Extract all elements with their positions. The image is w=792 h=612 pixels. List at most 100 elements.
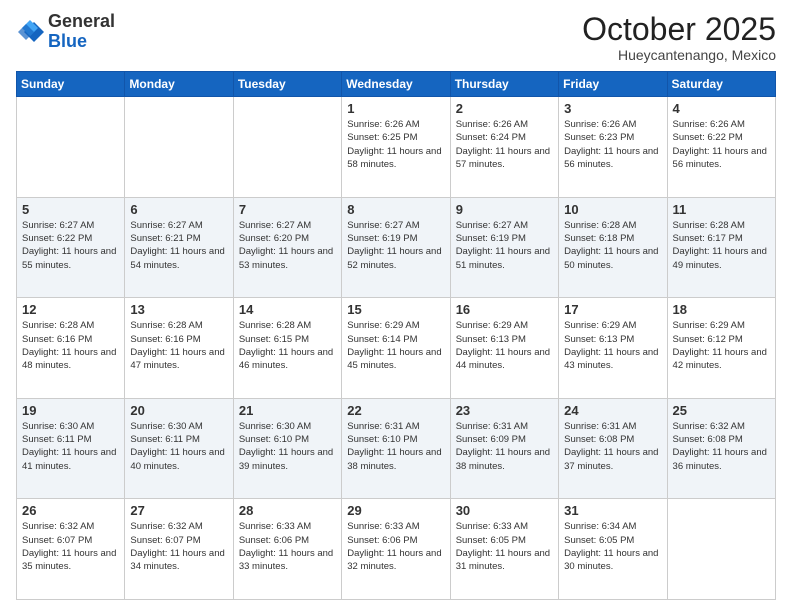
table-row: 15 Sunrise: 6:29 AM Sunset: 6:14 PM Dayli… [342, 298, 450, 399]
day-info: Sunrise: 6:27 AM Sunset: 6:19 PM Dayligh… [456, 219, 553, 272]
col-wednesday: Wednesday [342, 72, 450, 97]
calendar-week-row: 19Sunrise: 6:30 AM Sunset: 6:11 PM Dayli… [17, 398, 776, 499]
title-block: October 2025 Hueycantenango, Mexico [582, 12, 776, 63]
day-number: 7 [239, 202, 336, 217]
day-number: 30 [456, 503, 553, 518]
table-row: 19Sunrise: 6:30 AM Sunset: 6:11 PM Dayli… [17, 398, 125, 499]
table-row: 7 Sunrise: 6:27 AM Sunset: 6:20 PM Daylig… [233, 197, 341, 298]
location: Hueycantenango, Mexico [582, 47, 776, 63]
col-thursday: Thursday [450, 72, 558, 97]
col-monday: Monday [125, 72, 233, 97]
day-number: 22 [347, 403, 444, 418]
table-row: 4 Sunrise: 6:26 AM Sunset: 6:22 PM Daylig… [667, 97, 775, 198]
day-number: 26 [22, 503, 119, 518]
day-number: 31 [564, 503, 661, 518]
day-number: 19 [22, 403, 119, 418]
table-row: 2Sunrise: 6:26 AM Sunset: 6:24 PM Daylig… [450, 97, 558, 198]
day-number: 24 [564, 403, 661, 418]
day-number: 21 [239, 403, 336, 418]
table-row: 27 Sunrise: 6:32 AM Sunset: 6:07 PM Dayli… [125, 499, 233, 600]
day-info: Sunrise: 6:26 AM Sunset: 6:22 PM Dayligh… [673, 118, 770, 171]
day-number: 4 [673, 101, 770, 116]
table-row: 13 Sunrise: 6:28 AM Sunset: 6:16 PM Dayli… [125, 298, 233, 399]
table-row: 5Sunrise: 6:27 AM Sunset: 6:22 PM Daylig… [17, 197, 125, 298]
table-row: 24 Sunrise: 6:31 AM Sunset: 6:08 PM Dayli… [559, 398, 667, 499]
day-info: Sunrise: 6:33 AM Sunset: 6:05 PM Dayligh… [456, 520, 553, 573]
table-row: 1 Sunrise: 6:26 AM Sunset: 6:25 PM Daylig… [342, 97, 450, 198]
day-info: Sunrise: 6:28 AM Sunset: 6:17 PM Dayligh… [673, 219, 770, 272]
table-row: 17Sunrise: 6:29 AM Sunset: 6:13 PM Dayli… [559, 298, 667, 399]
day-info: Sunrise: 6:27 AM Sunset: 6:22 PM Dayligh… [22, 219, 119, 272]
month-title: October 2025 [582, 12, 776, 47]
day-info: Sunrise: 6:28 AM Sunset: 6:15 PM Dayligh… [239, 319, 336, 372]
day-number: 16 [456, 302, 553, 317]
table-row: 8Sunrise: 6:27 AM Sunset: 6:19 PM Daylig… [342, 197, 450, 298]
table-row: 18 Sunrise: 6:29 AM Sunset: 6:12 PM Dayli… [667, 298, 775, 399]
table-row [667, 499, 775, 600]
table-row: 14Sunrise: 6:28 AM Sunset: 6:15 PM Dayli… [233, 298, 341, 399]
day-number: 15 [347, 302, 444, 317]
day-info: Sunrise: 6:34 AM Sunset: 6:05 PM Dayligh… [564, 520, 661, 573]
day-number: 6 [130, 202, 227, 217]
table-row [125, 97, 233, 198]
table-row: 6 Sunrise: 6:27 AM Sunset: 6:21 PM Daylig… [125, 197, 233, 298]
day-number: 13 [130, 302, 227, 317]
day-info: Sunrise: 6:33 AM Sunset: 6:06 PM Dayligh… [239, 520, 336, 573]
table-row: 31 Sunrise: 6:34 AM Sunset: 6:05 PM Dayli… [559, 499, 667, 600]
day-info: Sunrise: 6:32 AM Sunset: 6:07 PM Dayligh… [130, 520, 227, 573]
day-info: Sunrise: 6:29 AM Sunset: 6:13 PM Dayligh… [456, 319, 553, 372]
calendar-week-row: 26 Sunrise: 6:32 AM Sunset: 6:07 PM Dayli… [17, 499, 776, 600]
day-info: Sunrise: 6:27 AM Sunset: 6:21 PM Dayligh… [130, 219, 227, 272]
day-number: 17 [564, 302, 661, 317]
calendar-page: General Blue October 2025 Hueycantenango… [0, 0, 792, 612]
day-info: Sunrise: 6:28 AM Sunset: 6:18 PM Dayligh… [564, 219, 661, 272]
day-info: Sunrise: 6:29 AM Sunset: 6:12 PM Dayligh… [673, 319, 770, 372]
table-row: 23 Sunrise: 6:31 AM Sunset: 6:09 PM Dayli… [450, 398, 558, 499]
day-number: 20 [130, 403, 227, 418]
day-number: 1 [347, 101, 444, 116]
calendar-week-row: 1 Sunrise: 6:26 AM Sunset: 6:25 PM Daylig… [17, 97, 776, 198]
table-row [233, 97, 341, 198]
day-info: Sunrise: 6:33 AM Sunset: 6:06 PM Dayligh… [347, 520, 444, 573]
day-number: 2 [456, 101, 553, 116]
calendar-header-row: Sunday Monday Tuesday Wednesday Thursday… [17, 72, 776, 97]
day-info: Sunrise: 6:32 AM Sunset: 6:08 PM Dayligh… [673, 420, 770, 473]
calendar-week-row: 12 Sunrise: 6:28 AM Sunset: 6:16 PM Dayli… [17, 298, 776, 399]
col-friday: Friday [559, 72, 667, 97]
table-row: 11 Sunrise: 6:28 AM Sunset: 6:17 PM Dayli… [667, 197, 775, 298]
logo: General Blue [16, 12, 115, 52]
day-info: Sunrise: 6:28 AM Sunset: 6:16 PM Dayligh… [22, 319, 119, 372]
day-number: 27 [130, 503, 227, 518]
day-number: 23 [456, 403, 553, 418]
table-row: 25 Sunrise: 6:32 AM Sunset: 6:08 PM Dayli… [667, 398, 775, 499]
day-info: Sunrise: 6:28 AM Sunset: 6:16 PM Dayligh… [130, 319, 227, 372]
day-info: Sunrise: 6:31 AM Sunset: 6:08 PM Dayligh… [564, 420, 661, 473]
day-number: 25 [673, 403, 770, 418]
logo-blue-text: Blue [48, 31, 87, 51]
day-info: Sunrise: 6:26 AM Sunset: 6:25 PM Dayligh… [347, 118, 444, 171]
table-row: 22Sunrise: 6:31 AM Sunset: 6:10 PM Dayli… [342, 398, 450, 499]
col-saturday: Saturday [667, 72, 775, 97]
day-number: 28 [239, 503, 336, 518]
table-row: 10Sunrise: 6:28 AM Sunset: 6:18 PM Dayli… [559, 197, 667, 298]
calendar-body: 1 Sunrise: 6:26 AM Sunset: 6:25 PM Daylig… [17, 97, 776, 600]
day-number: 11 [673, 202, 770, 217]
logo-icon [16, 18, 44, 46]
day-info: Sunrise: 6:26 AM Sunset: 6:23 PM Dayligh… [564, 118, 661, 171]
calendar-week-row: 5Sunrise: 6:27 AM Sunset: 6:22 PM Daylig… [17, 197, 776, 298]
day-info: Sunrise: 6:30 AM Sunset: 6:10 PM Dayligh… [239, 420, 336, 473]
table-row: 26 Sunrise: 6:32 AM Sunset: 6:07 PM Dayli… [17, 499, 125, 600]
day-number: 12 [22, 302, 119, 317]
logo-general-text: General [48, 11, 115, 31]
day-number: 3 [564, 101, 661, 116]
day-info: Sunrise: 6:27 AM Sunset: 6:19 PM Dayligh… [347, 219, 444, 272]
col-sunday: Sunday [17, 72, 125, 97]
table-row: 21 Sunrise: 6:30 AM Sunset: 6:10 PM Dayli… [233, 398, 341, 499]
table-row [17, 97, 125, 198]
day-info: Sunrise: 6:32 AM Sunset: 6:07 PM Dayligh… [22, 520, 119, 573]
day-number: 18 [673, 302, 770, 317]
day-info: Sunrise: 6:27 AM Sunset: 6:20 PM Dayligh… [239, 219, 336, 272]
table-row: 30 Sunrise: 6:33 AM Sunset: 6:05 PM Dayli… [450, 499, 558, 600]
day-info: Sunrise: 6:31 AM Sunset: 6:09 PM Dayligh… [456, 420, 553, 473]
day-info: Sunrise: 6:29 AM Sunset: 6:14 PM Dayligh… [347, 319, 444, 372]
